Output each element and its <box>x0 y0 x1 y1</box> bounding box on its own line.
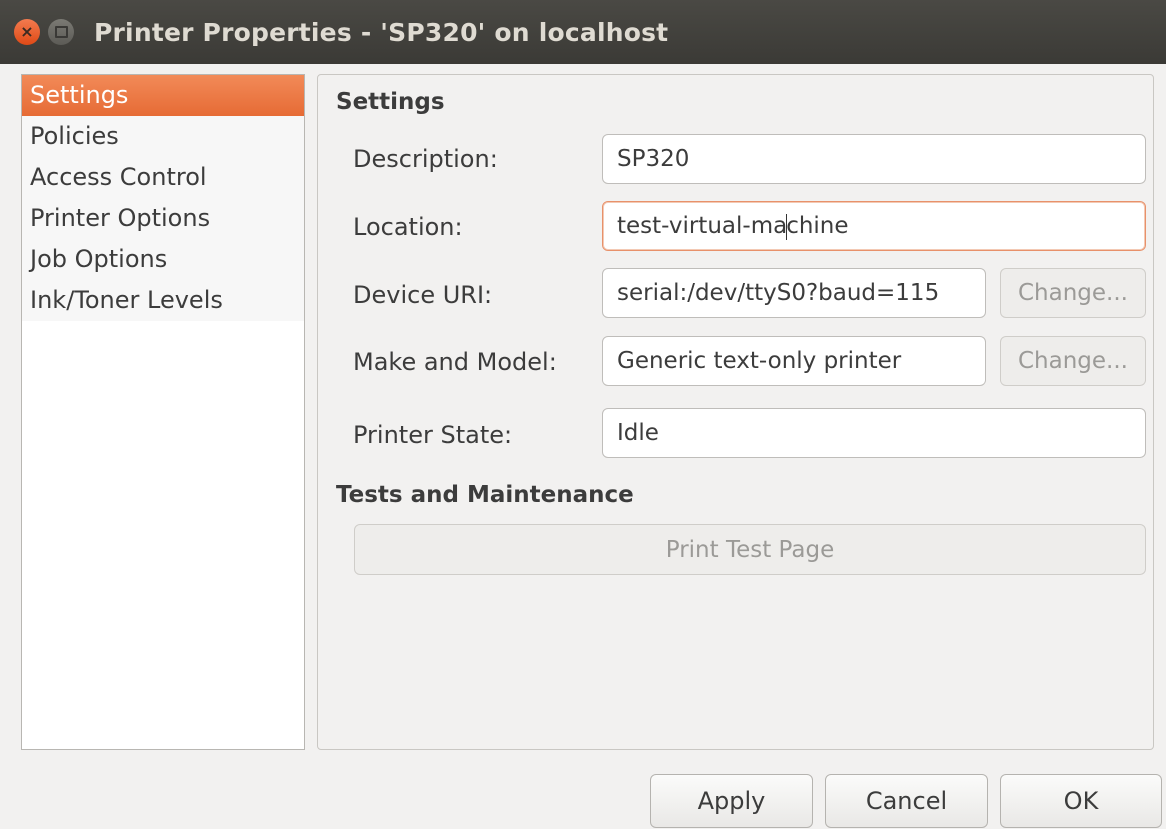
settings-heading: Settings <box>336 89 445 115</box>
change-device-uri-button[interactable]: Change... <box>1000 268 1146 318</box>
sidebar-list: Settings Policies Access Control Printer… <box>22 75 304 321</box>
sidebar-item-job-options[interactable]: Job Options <box>22 239 304 280</box>
device-uri-label: Device URI: <box>353 281 493 309</box>
make-model-label: Make and Model: <box>353 348 557 376</box>
sidebar-item-printer-options[interactable]: Printer Options <box>22 198 304 239</box>
tests-maintenance-heading: Tests and Maintenance <box>336 482 634 508</box>
device-uri-field[interactable]: serial:/dev/ttyS0?baud=115 <box>602 268 986 318</box>
printer-state-label: Printer State: <box>353 421 513 449</box>
make-model-field[interactable]: Generic text-only printer <box>602 336 986 386</box>
sidebar: Settings Policies Access Control Printer… <box>21 74 305 750</box>
sidebar-item-access-control[interactable]: Access Control <box>22 157 304 198</box>
title-bar: × Printer Properties - 'SP320' on localh… <box>0 0 1166 64</box>
close-icon[interactable]: × <box>14 19 40 45</box>
settings-panel: Settings Description: SP320 Location: te… <box>317 74 1154 750</box>
location-field[interactable]: test-virtual-machine <box>602 201 1146 251</box>
cancel-button[interactable]: Cancel <box>825 774 988 828</box>
description-label: Description: <box>353 145 498 173</box>
printer-state-field: Idle <box>602 408 1146 458</box>
sidebar-item-ink-toner-levels[interactable]: Ink/Toner Levels <box>22 280 304 321</box>
description-field[interactable]: SP320 <box>602 134 1146 184</box>
change-make-model-button[interactable]: Change... <box>1000 336 1146 386</box>
location-label: Location: <box>353 213 463 241</box>
print-test-page-button[interactable]: Print Test Page <box>354 524 1146 575</box>
sidebar-item-settings[interactable]: Settings <box>22 75 304 116</box>
sidebar-item-policies[interactable]: Policies <box>22 116 304 157</box>
ok-button[interactable]: OK <box>1000 774 1162 828</box>
location-text-before-caret: test-virtual-ma <box>617 213 788 239</box>
apply-button[interactable]: Apply <box>650 774 813 828</box>
restore-icon[interactable] <box>48 19 74 45</box>
location-text-after-caret: chine <box>786 213 849 239</box>
window-title: Printer Properties - 'SP320' on localhos… <box>94 17 669 47</box>
